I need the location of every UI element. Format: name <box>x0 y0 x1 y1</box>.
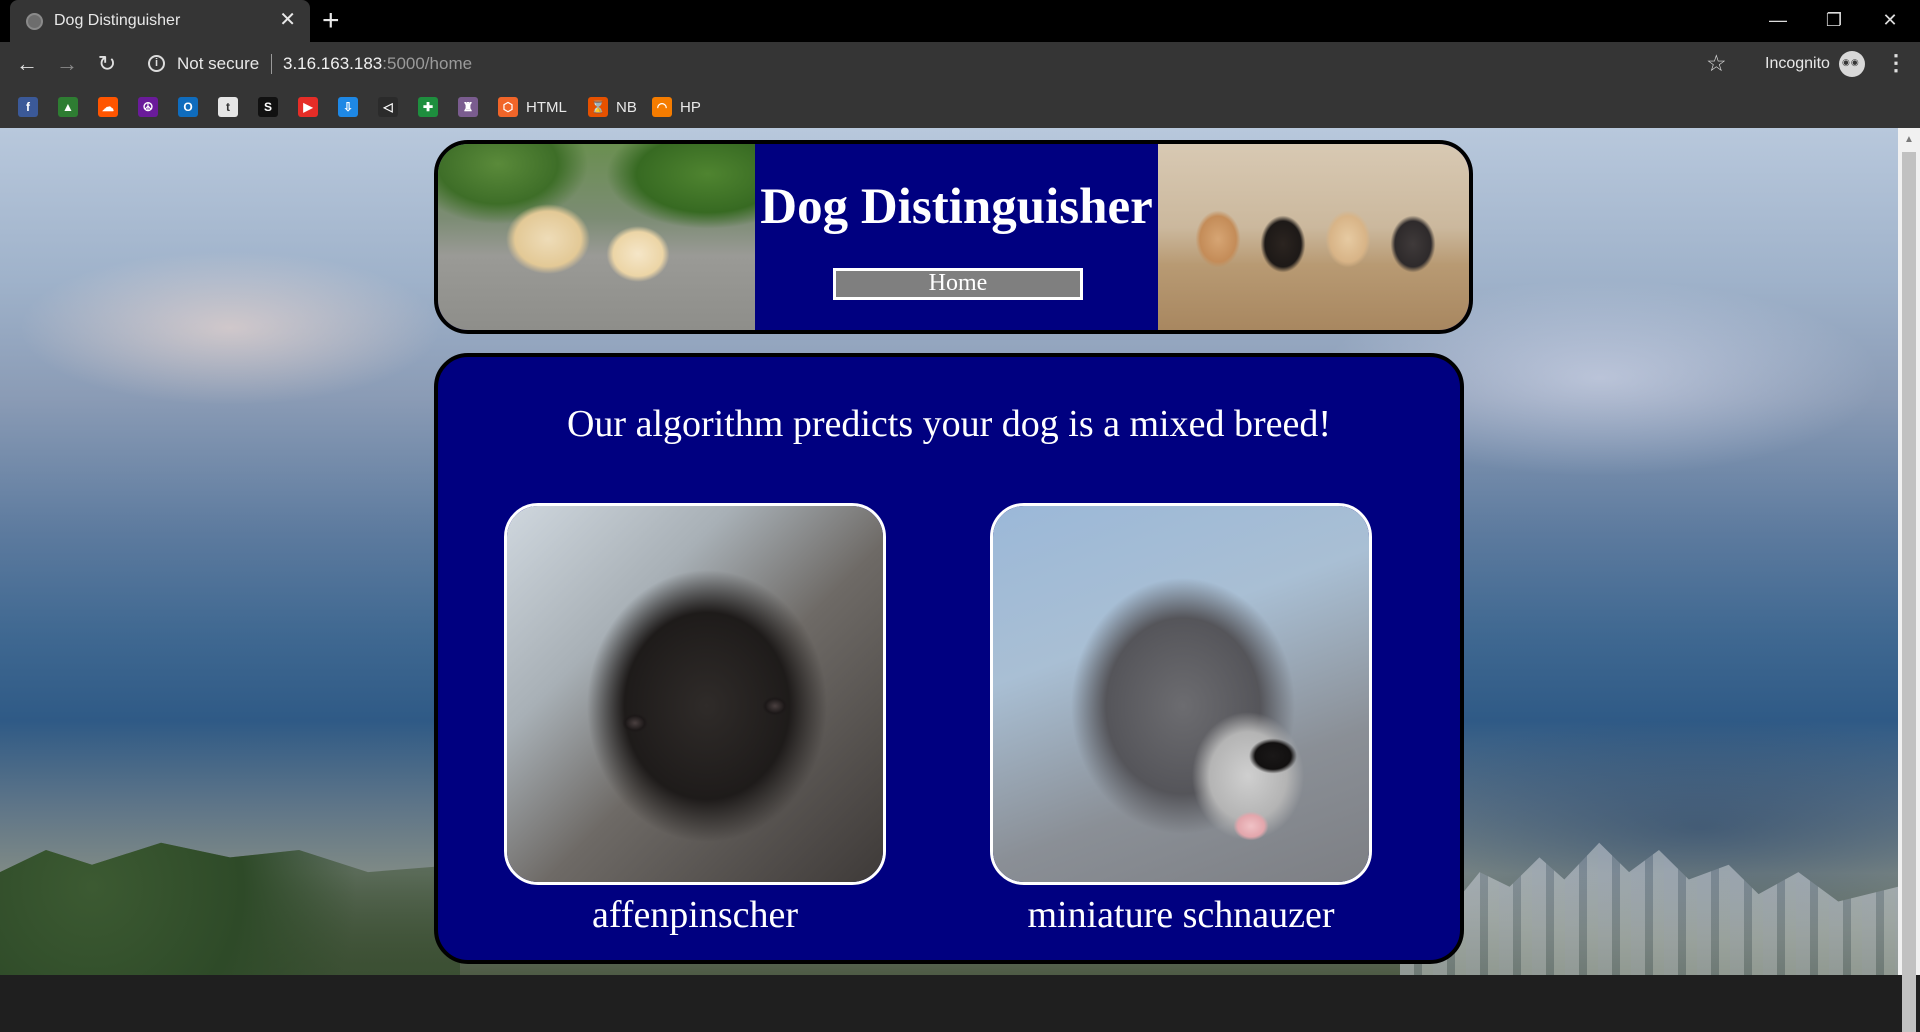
bookmark-item[interactable]: O <box>178 96 198 118</box>
bookmark-star-icon[interactable]: ☆ <box>1706 50 1727 77</box>
facebook-icon: f <box>18 97 38 117</box>
scrollbar-thumb[interactable] <box>1902 152 1916 1032</box>
breed-card-affenpinscher: affenpinscher <box>504 503 886 937</box>
bookmark-item[interactable]: ✚ <box>418 96 438 118</box>
bookmark-item[interactable]: ⬡ HTML <box>498 96 567 118</box>
bookmark-item[interactable]: ◠ HP <box>652 96 701 118</box>
site-header: Dog Distinguisher Home <box>434 140 1473 334</box>
breed-card-miniature-schnauzer: miniature schnauzer <box>990 503 1372 937</box>
tab-title: Dog Distinguisher <box>54 12 181 29</box>
bookmark-item[interactable]: ⌛ NB <box>588 96 637 118</box>
bookmark-item[interactable]: t <box>218 96 238 118</box>
cloud-download-icon: ⇩ <box>338 97 358 117</box>
reload-icon[interactable]: ↻ <box>92 50 122 78</box>
security-label[interactable]: Not secure <box>177 54 259 74</box>
browser-titlebar: Dog Distinguisher ✕ + — ❐ ✕ <box>0 0 1920 42</box>
back-arrow-icon[interactable]: ← <box>12 50 42 78</box>
bookmark-label: NB <box>616 98 637 116</box>
breed-photo <box>990 503 1372 885</box>
header-photo-labradors <box>438 144 755 330</box>
outlook-icon: O <box>178 97 198 117</box>
menu-kebab-icon[interactable]: ⋮ <box>1885 50 1907 76</box>
miniature-schnauzer-photo <box>993 506 1369 882</box>
bookmark-label: HTML <box>526 98 567 116</box>
affenpinscher-photo <box>507 506 883 882</box>
cross-icon: ✚ <box>418 97 438 117</box>
hp-icon: ◠ <box>652 97 672 117</box>
profile-label[interactable]: Incognito <box>1765 55 1830 73</box>
bookmark-item[interactable]: f <box>18 96 38 118</box>
result-card: Our algorithm predicts your dog is a mix… <box>434 353 1464 964</box>
breed-name: miniature schnauzer <box>1027 894 1335 936</box>
new-tab-button[interactable]: + <box>322 6 340 36</box>
html-icon: ⬡ <box>498 97 518 117</box>
bookmark-item[interactable]: ☁ <box>98 96 118 118</box>
bookmark-item[interactable]: ▲ <box>58 96 78 118</box>
home-button[interactable]: Home <box>833 268 1083 300</box>
minimize-button[interactable]: — <box>1755 4 1801 36</box>
youtube-icon: ▶ <box>298 97 318 117</box>
hourglass-icon: ⌛ <box>588 97 608 117</box>
breed-name: affenpinscher <box>591 894 799 936</box>
bookmark-item[interactable]: ⇩ <box>338 96 358 118</box>
crest-icon: ♜ <box>458 97 478 117</box>
bookmarks-bar: f ▲ ☁ ☮ Ot S ▶ ⇩ ◁ ✚ ♜ ⬡ HTML ⌛ NB ◠ HP <box>0 86 1920 128</box>
scroll-up-arrow-icon[interactable]: ▲ <box>1904 134 1914 145</box>
close-tab-icon[interactable]: ✕ <box>279 9 296 31</box>
breed-photo <box>504 503 886 885</box>
globe-icon <box>26 13 43 30</box>
url-path: :5000/home <box>382 54 473 73</box>
bookmark-item[interactable]: ☮ <box>138 96 158 118</box>
browser-tab[interactable]: Dog Distinguisher ✕ <box>10 0 310 42</box>
peace-icon: ☮ <box>138 97 158 117</box>
background-trees <box>0 842 460 975</box>
close-window-button[interactable]: ✕ <box>1867 4 1913 36</box>
page-scrollbar[interactable]: ▲ <box>1898 128 1920 1032</box>
s-icon: S <box>258 97 278 117</box>
restore-button[interactable]: ❐ <box>1811 4 1857 36</box>
background-city <box>1400 842 1898 975</box>
site-title: Dog Distinguisher <box>760 179 1153 235</box>
bookmark-item[interactable]: S <box>258 96 278 118</box>
bookmark-item[interactable]: ▶ <box>298 96 318 118</box>
header-photo-puppies <box>1158 144 1469 330</box>
prediction-message: Our algorithm predicts your dog is a mix… <box>566 403 1332 445</box>
url-separator <box>271 54 272 74</box>
bookmark-item[interactable]: ◁ <box>378 96 398 118</box>
info-icon[interactable]: i <box>148 55 165 72</box>
document-icon: t <box>218 97 238 117</box>
vscode-icon: ◁ <box>378 97 398 117</box>
address-bar[interactable]: 3.16.163.183:5000/home <box>283 54 472 74</box>
url-host: 3.16.163.183 <box>283 54 383 73</box>
bookmark-item[interactable]: ♜ <box>458 96 478 118</box>
browser-toolbar: ← → ↻ i Not secure 3.16.163.183:5000/hom… <box>0 42 1920 86</box>
soundcloud-icon: ☁ <box>98 97 118 117</box>
tree-icon: ▲ <box>58 97 78 117</box>
incognito-icon[interactable] <box>1839 51 1865 77</box>
bookmark-label: HP <box>680 98 701 116</box>
forward-arrow-icon[interactable]: → <box>52 50 82 78</box>
